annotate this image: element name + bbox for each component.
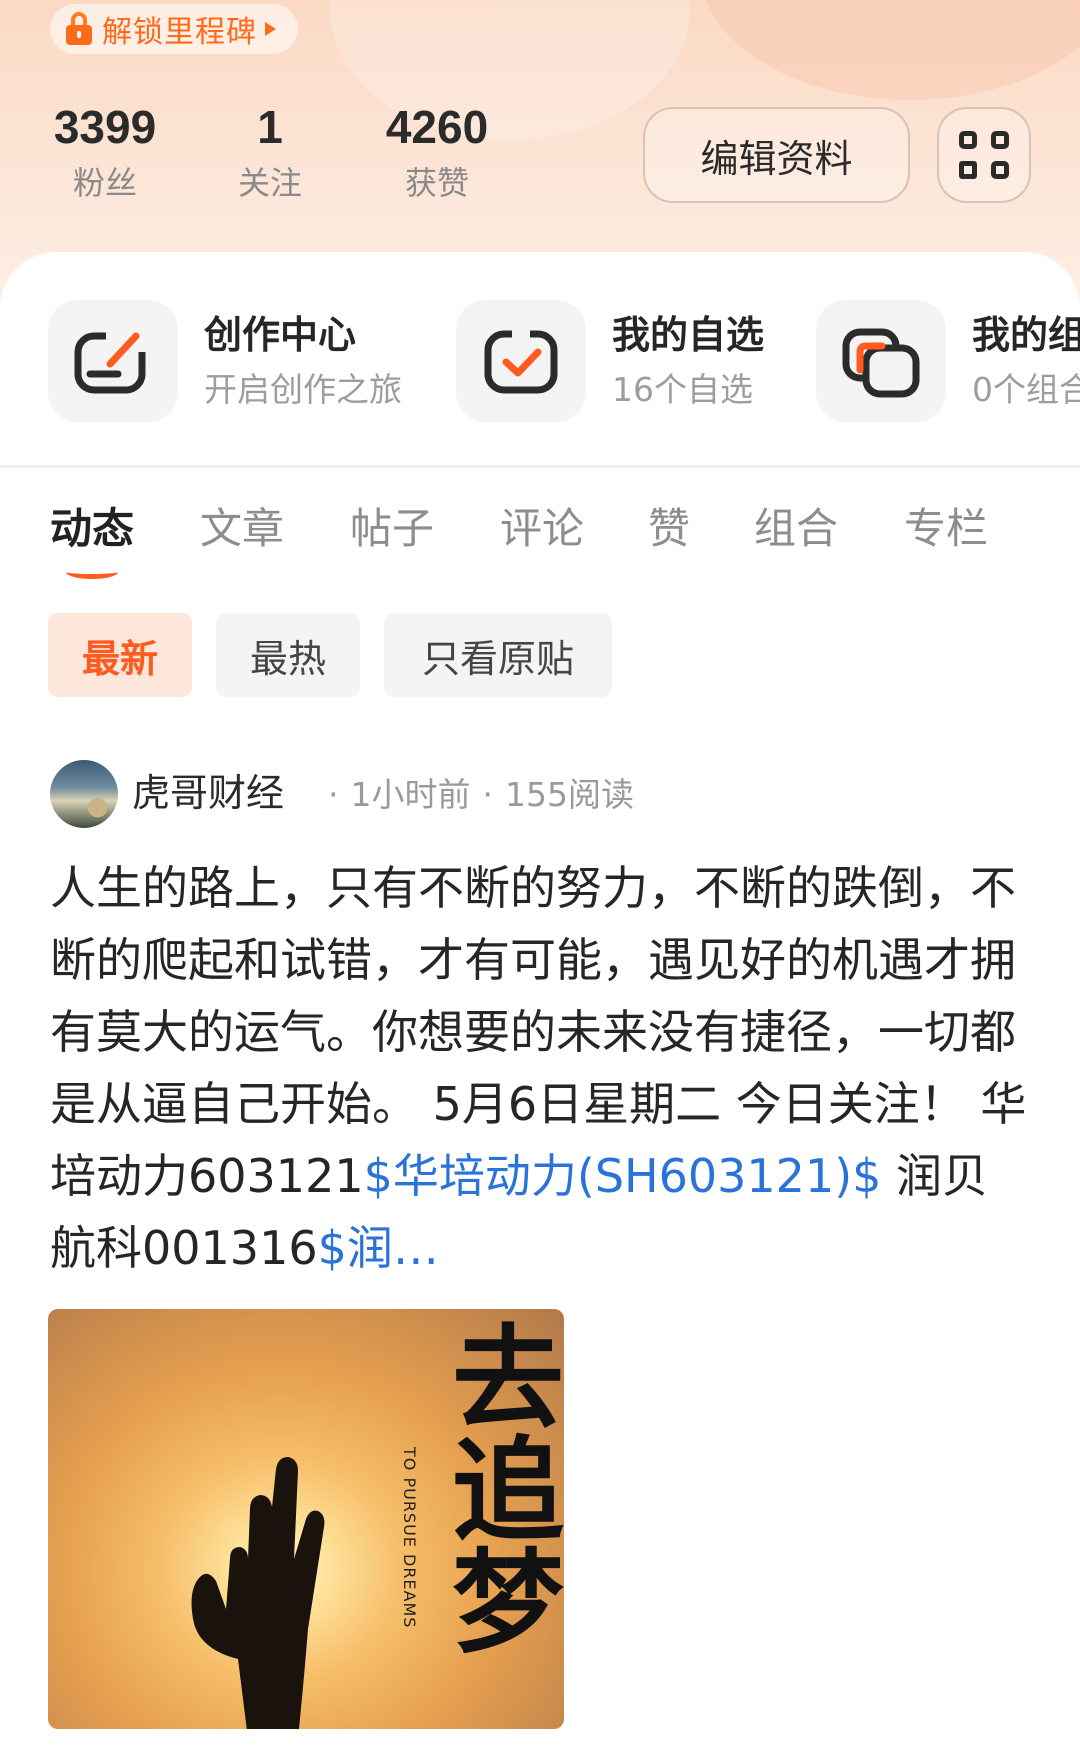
image-english-subtitle: TO PURSUE DREAMS <box>400 1447 419 1629</box>
stat-following[interactable]: 1 关注 <box>195 98 345 204</box>
stat-likes[interactable]: 4260 获赞 <box>362 98 512 204</box>
stat-followers[interactable]: 3399 粉丝 <box>30 98 180 204</box>
post-time: 1小时前 <box>350 775 471 814</box>
tab-columns[interactable]: 专栏 <box>904 500 988 558</box>
shortcut-subtitle: 0个组合 <box>972 370 1080 409</box>
edit-profile-button[interactable]: 编辑资料 <box>643 107 910 203</box>
filter-latest[interactable]: 最新 <box>48 613 192 697</box>
shortcut-title: 我的自选 <box>612 313 765 357</box>
unlock-milestone-button[interactable]: 解锁里程碑 <box>50 4 298 54</box>
post-meta: · 1小时前 · 155阅读 <box>328 775 634 814</box>
shortcut-subtitle: 16个自选 <box>612 370 753 409</box>
unlock-icon <box>64 12 94 46</box>
checkbox-icon <box>456 300 586 422</box>
stock-link-runbei[interactable]: $润… <box>318 1221 439 1275</box>
shortcut-my-portfolio[interactable]: 我的组合 0个组合 <box>816 300 1080 422</box>
stock-link-huapei[interactable]: $华培动力(SH603121)$ <box>364 1149 882 1203</box>
author-avatar[interactable] <box>50 760 118 828</box>
play-arrow-icon <box>265 22 276 36</box>
likes-label: 获赞 <box>404 164 469 202</box>
tab-comments[interactable]: 评论 <box>500 500 584 558</box>
shortcut-title: 我的组合 <box>972 313 1080 357</box>
post-text[interactable]: 人生的路上，只有不断的努力，不断的跌倒，不断的爬起和试错，才有可能，遇见好的机遇… <box>50 852 1030 1284</box>
post-image[interactable]: 去追梦 TO PURSUE DREAMS <box>48 1309 564 1729</box>
content-tabs: 动态 文章 帖子 评论 赞 组合 专栏 <box>0 500 1080 570</box>
author-name[interactable]: 虎哥财经 <box>132 768 284 818</box>
shortcut-creator-center[interactable]: 创作中心 开启创作之旅 <box>48 300 402 422</box>
filter-hottest[interactable]: 最热 <box>216 613 360 697</box>
edit-icon <box>48 300 178 422</box>
following-label: 关注 <box>237 164 302 202</box>
tab-posts[interactable]: 帖子 <box>350 500 434 558</box>
tab-portfolios[interactable]: 组合 <box>754 500 838 558</box>
tab-activity[interactable]: 动态 <box>50 500 134 558</box>
shortcut-title: 创作中心 <box>204 313 357 357</box>
followers-count: 3399 <box>53 101 157 153</box>
shortcut-subtitle: 开启创作之旅 <box>204 370 402 409</box>
tab-articles[interactable]: 文章 <box>200 500 284 558</box>
section-divider <box>0 465 1080 468</box>
portfolio-icon <box>816 300 946 422</box>
tab-likes[interactable]: 赞 <box>648 500 690 558</box>
active-tab-indicator <box>66 565 118 579</box>
hand-silhouette <box>191 1457 325 1729</box>
likes-count: 4260 <box>385 101 489 153</box>
followers-label: 粉丝 <box>72 164 137 202</box>
following-count: 1 <box>257 101 283 153</box>
post-reads: 155阅读 <box>505 775 634 814</box>
milestone-label: 解锁里程碑 <box>102 15 257 50</box>
image-calligraphy-title: 去追梦 <box>433 1319 564 1655</box>
qr-code-button[interactable] <box>937 107 1031 203</box>
shortcut-my-watchlist[interactable]: 我的自选 16个自选 <box>456 300 764 422</box>
filter-original-only[interactable]: 只看原贴 <box>384 613 612 697</box>
